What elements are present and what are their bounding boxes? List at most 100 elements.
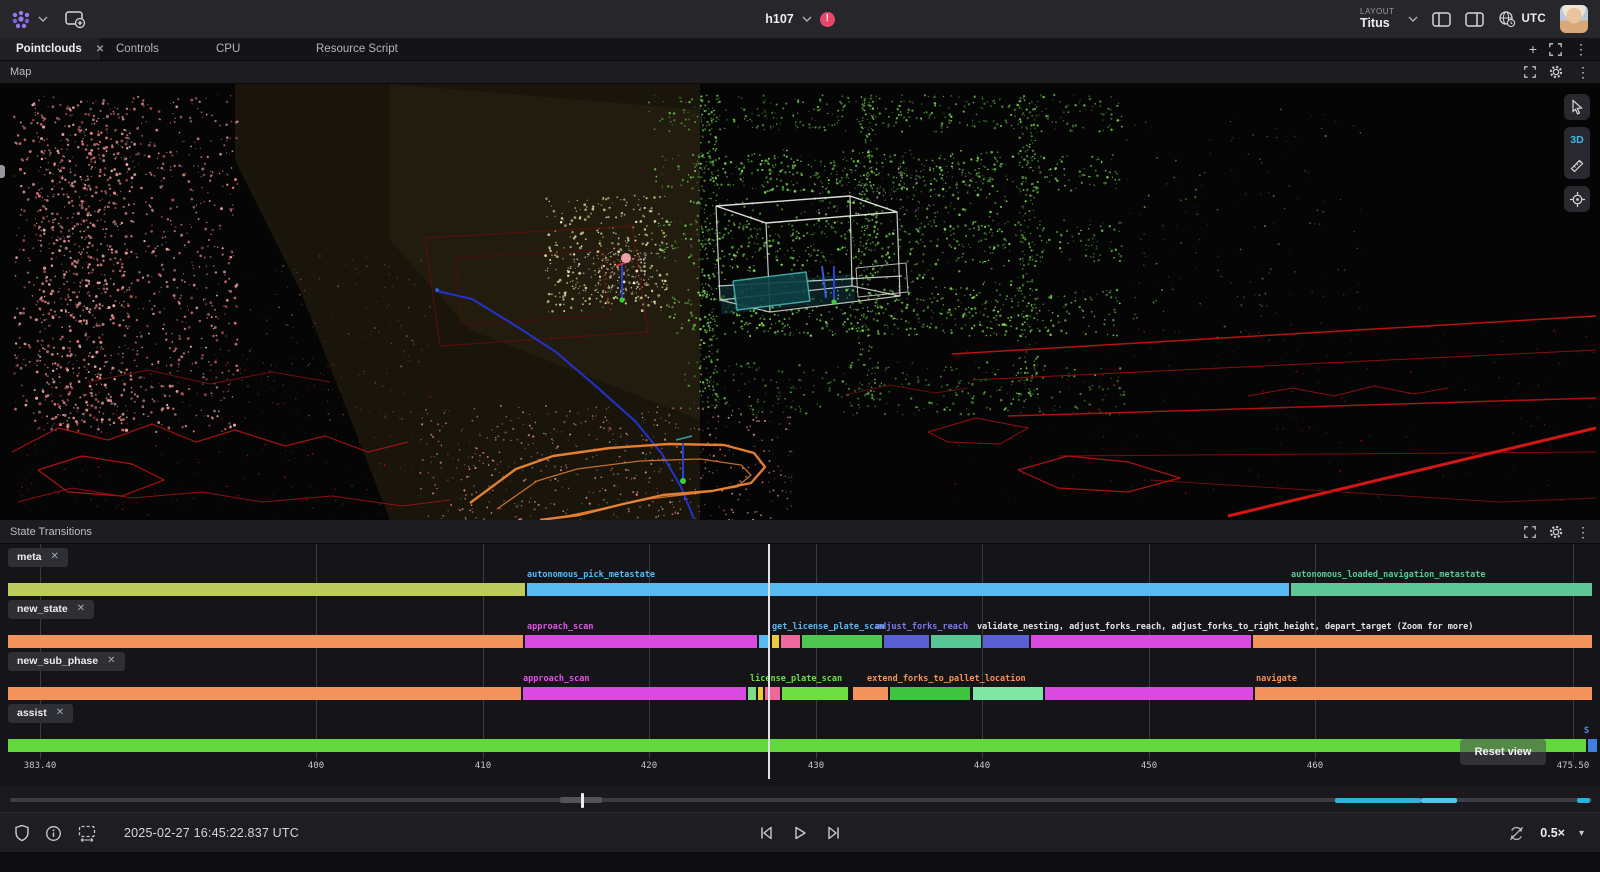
playback-control-bar: 2025-02-27 16:45:22.837 UTC 0.5× ▾ bbox=[0, 812, 1600, 853]
state-label: get_license_plate_scan bbox=[772, 622, 885, 632]
3d-label: 3D bbox=[1570, 134, 1584, 146]
app-logo[interactable] bbox=[10, 8, 32, 30]
expand-icon bbox=[1549, 42, 1562, 56]
tab-controls[interactable]: Controls bbox=[100, 38, 200, 60]
state-segment[interactable] bbox=[1588, 739, 1597, 752]
playback-info-button[interactable] bbox=[45, 825, 62, 842]
view-mode-group: 3D bbox=[1564, 127, 1590, 179]
state-label: extend_forks_to_pallet_location bbox=[867, 674, 1026, 684]
view-3d-toggle[interactable]: 3D bbox=[1564, 127, 1590, 153]
left-edge-handle[interactable] bbox=[0, 165, 5, 178]
timezone-control[interactable]: UTC bbox=[1498, 10, 1546, 28]
chevron-down-icon bbox=[802, 16, 812, 22]
scrubber-segment[interactable] bbox=[1421, 797, 1457, 803]
data-source-button[interactable] bbox=[14, 824, 30, 842]
state-fullscreen-button[interactable] bbox=[1524, 525, 1536, 538]
map-3d-view[interactable]: 3D bbox=[0, 84, 1600, 520]
user-avatar[interactable] bbox=[1560, 5, 1588, 33]
right-sidebar-toggle[interactable] bbox=[1465, 11, 1485, 27]
map-menu-button[interactable]: ⋮ bbox=[1576, 65, 1590, 79]
axis-tick-label: 400 bbox=[307, 761, 325, 771]
layout-chevron[interactable] bbox=[1408, 16, 1418, 22]
tab-resource-script[interactable]: Resource Script bbox=[300, 38, 400, 60]
close-icon[interactable]: ✕ bbox=[56, 708, 64, 718]
add-window-button[interactable] bbox=[64, 9, 86, 29]
map-toolbar: 3D bbox=[1564, 94, 1590, 212]
state-segment[interactable] bbox=[8, 739, 1586, 752]
error-badge[interactable]: ! bbox=[819, 11, 835, 27]
timeline-row-new_sub_phase: new_sub_phase ✕ approach_scan license_plate… bbox=[0, 647, 1600, 700]
seek-range-button[interactable] bbox=[77, 825, 97, 842]
timeline-row-new_state: new_state ✕ approach_scan get_license_plate… bbox=[0, 595, 1600, 648]
layout-selector[interactable]: LAYOUT Titus bbox=[1360, 7, 1394, 31]
state-bar-assist[interactable] bbox=[8, 739, 1597, 752]
app-menu-chevron[interactable] bbox=[38, 16, 48, 22]
current-timestamp[interactable]: 2025-02-27 16:45:22.837 UTC bbox=[124, 826, 299, 840]
logo-icon bbox=[12, 10, 30, 29]
topic-chip-assist[interactable]: assist ✕ bbox=[8, 704, 74, 723]
timezone-label: UTC bbox=[1521, 13, 1546, 25]
play-button[interactable] bbox=[791, 824, 809, 842]
tab-cpu[interactable]: CPU bbox=[200, 38, 300, 60]
loop-toggle-button[interactable] bbox=[1507, 824, 1526, 843]
ruler-icon bbox=[1570, 159, 1584, 173]
chevron-down-icon bbox=[38, 16, 48, 22]
topic-chip-label: new_sub_phase bbox=[17, 655, 99, 667]
axis-tick-label: 450 bbox=[1140, 761, 1158, 771]
map-fullscreen-button[interactable] bbox=[1524, 65, 1536, 78]
tabbar-menu-button[interactable]: ⋮ bbox=[1574, 42, 1588, 56]
map-settings-button[interactable] bbox=[1549, 65, 1563, 79]
topic-chip-label: meta bbox=[17, 551, 42, 563]
state-label: navigate bbox=[1256, 674, 1297, 684]
skip-end-icon bbox=[828, 826, 839, 840]
connection-chevron[interactable] bbox=[802, 16, 812, 22]
tabbar-fullscreen-button[interactable] bbox=[1549, 42, 1562, 56]
state-settings-button[interactable] bbox=[1549, 525, 1563, 539]
state-body[interactable]: Reset view 383.40 400 410 420 430 440 450 460 47… bbox=[0, 543, 1600, 786]
seek-forward-button[interactable] bbox=[825, 824, 843, 842]
expand-icon bbox=[1524, 65, 1536, 78]
tab-label: Resource Script bbox=[316, 43, 398, 55]
tab-pointclouds[interactable]: Pointclouds ✕ bbox=[0, 38, 104, 60]
state-panel-title: State Transitions bbox=[10, 525, 92, 538]
axis-tick-label: 383.40 bbox=[23, 761, 57, 771]
topic-chip-label: assist bbox=[17, 707, 47, 719]
left-sidebar-toggle[interactable] bbox=[1432, 11, 1452, 27]
timeline-row-assist: assist ✕ S bbox=[0, 699, 1600, 752]
topic-chip-meta[interactable]: meta ✕ bbox=[8, 548, 68, 567]
connection-title[interactable]: h107 bbox=[765, 12, 794, 26]
seek-backward-button[interactable] bbox=[757, 824, 775, 842]
topic-chip-new_sub_phase[interactable]: new_sub_phase ✕ bbox=[8, 652, 125, 671]
follow-position-button[interactable] bbox=[1564, 186, 1590, 212]
state-menu-button[interactable]: ⋮ bbox=[1576, 525, 1590, 539]
map-panel-header[interactable]: Map ⋮ bbox=[0, 60, 1600, 84]
scrubber-track[interactable] bbox=[10, 797, 1592, 803]
state-panel-header[interactable]: State Transitions ⋮ bbox=[0, 520, 1600, 544]
axis-tick-label: 420 bbox=[640, 761, 658, 771]
close-icon[interactable]: ✕ bbox=[51, 552, 59, 562]
playback-scrubber[interactable] bbox=[0, 786, 1600, 812]
app-window: h107 ! LAYOUT Titus UTC Pointclouds ✕ Co… bbox=[0, 0, 1600, 872]
measure-tool-button[interactable] bbox=[1564, 153, 1590, 179]
reset-view-button[interactable]: Reset view bbox=[1460, 739, 1546, 765]
state-label: validate_nesting, adjust_forks_reach, ad… bbox=[977, 622, 1474, 632]
speed-caret[interactable]: ▾ bbox=[1579, 828, 1584, 839]
timeline-playhead[interactable] bbox=[768, 543, 770, 779]
state-label: approach_scan bbox=[527, 622, 594, 632]
topic-chip-new_state[interactable]: new_state ✕ bbox=[8, 600, 95, 619]
state-label: adjust_forks_reach bbox=[876, 622, 969, 632]
skip-start-icon bbox=[761, 826, 772, 840]
bottom-strip bbox=[0, 852, 1600, 872]
close-icon[interactable]: ✕ bbox=[77, 604, 85, 614]
close-icon[interactable]: ✕ bbox=[107, 656, 115, 666]
scrubber-segment[interactable] bbox=[1335, 797, 1421, 803]
panel-left-icon bbox=[1432, 11, 1452, 27]
play-icon bbox=[795, 826, 806, 840]
scrubber-segment[interactable] bbox=[1577, 797, 1590, 803]
crosshair-icon bbox=[1569, 191, 1585, 207]
playback-speed[interactable]: 0.5× bbox=[1540, 826, 1565, 840]
scrubber-playhead[interactable] bbox=[581, 793, 584, 808]
add-tab-button[interactable]: + bbox=[1529, 42, 1537, 56]
map-panel-title: Map bbox=[10, 65, 32, 78]
selection-tool-button[interactable] bbox=[1564, 94, 1590, 120]
